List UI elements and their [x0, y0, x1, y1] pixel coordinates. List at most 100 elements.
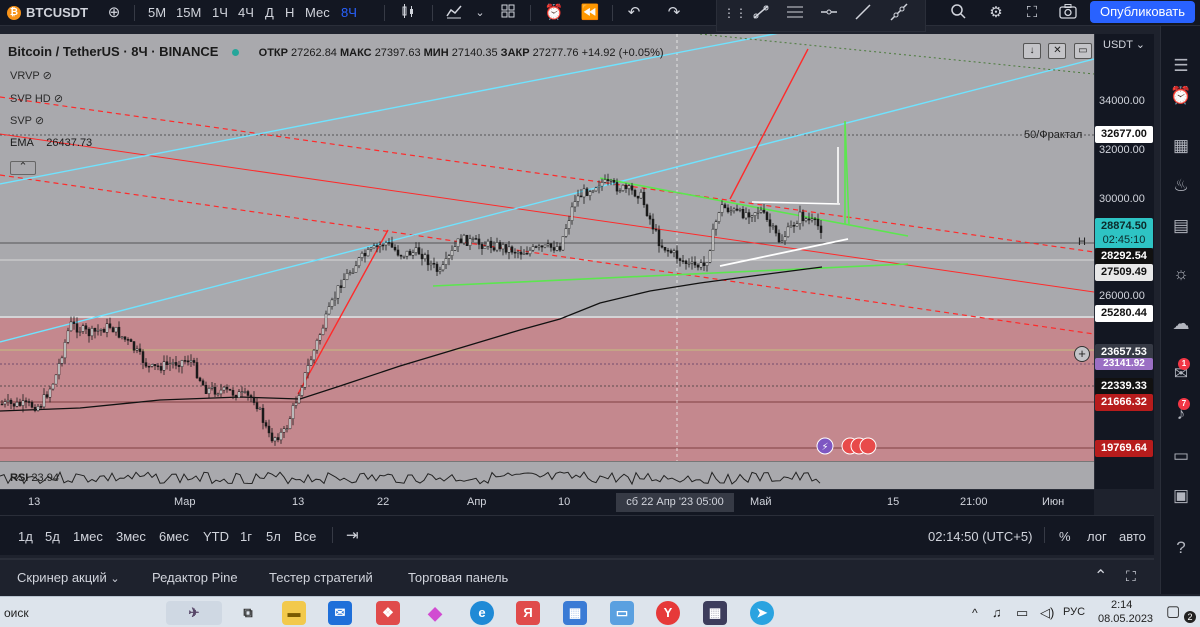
trend-line-icon[interactable] [751, 3, 771, 23]
indicator-svp[interactable]: SVP ⊘ [10, 114, 44, 127]
range-1y[interactable]: 1г [240, 529, 252, 544]
taskbar-cat-widget-icon[interactable]: ✈ [166, 601, 222, 625]
pane-restore-icon[interactable]: ▭ [1073, 43, 1092, 59]
replay-icon[interactable]: ⏪ [580, 3, 600, 23]
fullscreen-icon[interactable]: ⛶ [1022, 3, 1042, 23]
indicator-ema[interactable]: EMA 26437.73 [10, 137, 92, 149]
file-explorer-icon[interactable]: ▬ [282, 601, 306, 625]
candles-chart-type-icon[interactable] [398, 3, 418, 23]
store-icon[interactable]: ▦ [563, 601, 587, 625]
alerts-clock-icon[interactable]: ⏰ [1169, 84, 1193, 108]
ideas-bulb-icon[interactable]: ☼ [1169, 262, 1193, 286]
log-toggle[interactable]: лог [1087, 529, 1107, 544]
redo-icon[interactable]: ↷ [664, 3, 684, 23]
network-icon[interactable]: ▭ [1016, 605, 1028, 621]
pane-down-icon[interactable]: ↓ [1023, 43, 1041, 59]
hotlists-fire-icon[interactable]: ♨ [1169, 174, 1193, 198]
camera-icon[interactable] [1058, 3, 1078, 23]
clock-timezone[interactable]: 02:14:50 (UTC+5) [928, 529, 1032, 544]
interval-15m[interactable]: 15М [176, 0, 201, 26]
tab-strategy-tester[interactable]: Тестер стратегий [269, 570, 373, 585]
range-3m[interactable]: 3мес [116, 529, 146, 544]
price-badge-level-e: 22339.33 [1095, 378, 1153, 395]
taskbar-date[interactable]: 08.05.2023 [1098, 613, 1153, 625]
telegram-icon[interactable]: ➤ [750, 601, 774, 625]
search-icon[interactable] [948, 3, 968, 23]
interval-1h[interactable]: 1Ч [212, 0, 228, 26]
chat-bubble-icon[interactable]: ▭ [1169, 444, 1193, 468]
calendar-icon[interactable]: ▤ [1169, 214, 1193, 238]
notifications-bell-icon[interactable]: ♪ 7 [1169, 398, 1193, 426]
interval-day[interactable]: Д [265, 0, 274, 26]
range-6m[interactable]: 6мес [159, 529, 189, 544]
auto-toggle[interactable]: авто [1119, 529, 1146, 544]
chart-pane[interactable]: ⚡ 50/Фрактал H Bitcoin / TetherUS · 8Ч ·… [0, 34, 1094, 461]
alert-clock-icon[interactable]: ⏰ [544, 3, 564, 23]
tray-chevron-up-icon[interactable]: ^ [972, 606, 978, 620]
indicators-icon[interactable] [444, 3, 464, 23]
price-chart[interactable]: ⚡ 50/Фрактал H [0, 34, 1094, 461]
paint-drop-icon[interactable]: ◆ [423, 601, 447, 625]
chevron-down-icon[interactable]: ⌄ [470, 3, 490, 23]
price-scale[interactable]: USDT ⌄ 34000.00 32000.00 30000.00 26000.… [1094, 34, 1154, 489]
tab-trading-panel[interactable]: Торговая панель [408, 570, 508, 585]
fib-levels-icon[interactable] [785, 3, 805, 23]
tab-pine-editor[interactable]: Редактор Pine [152, 570, 238, 585]
collapse-legend-button[interactable]: ⌃ [10, 161, 36, 175]
task-view-icon[interactable]: ⧉ [236, 601, 260, 625]
data-window-icon[interactable]: ▦ [1169, 134, 1193, 158]
laptop-app-icon[interactable]: ▭ [610, 601, 634, 625]
range-1d[interactable]: 1д [18, 529, 33, 544]
pane-maximize-icon[interactable]: ✕ [1048, 43, 1067, 59]
gift-app-icon[interactable]: ❖ [376, 601, 400, 625]
tab-stock-screener[interactable]: Скринер акций ⌄ [17, 570, 120, 585]
taskbar-time[interactable]: 2:14 [1111, 599, 1132, 611]
tray-app-icon[interactable]: ♫ [992, 605, 1002, 620]
time-axis[interactable]: 13 Мар 13 22 Апр 10 Май 15 21:00 Июн сб … [0, 489, 1094, 515]
range-1m[interactable]: 1мес [73, 529, 103, 544]
interval-5m[interactable]: 5М [148, 0, 166, 26]
gear-icon[interactable]: ⚙ [986, 3, 1006, 23]
undo-icon[interactable]: ↶ [624, 3, 644, 23]
watchlist-icon[interactable]: ☰ [1169, 54, 1193, 78]
maximize-panel-icon[interactable]: ⛶ [1126, 568, 1136, 585]
notification-center-icon[interactable]: ▢ [1166, 602, 1180, 620]
indicator-svp-hd[interactable]: SVP HD ⊘ [10, 92, 63, 105]
calculator-icon[interactable]: ▦ [703, 601, 727, 625]
publish-button[interactable]: Опубликовать [1090, 1, 1195, 23]
indicator-vrvp[interactable]: VRVP ⊘ [10, 69, 52, 82]
chats-icon[interactable]: ✉ 1 [1169, 358, 1193, 386]
streams-cloud-icon[interactable]: ☁ [1169, 312, 1193, 336]
goto-date-icon[interactable]: ⇥ [346, 526, 359, 544]
chevron-up-icon[interactable]: ⌃ [1094, 566, 1107, 586]
interval-week[interactable]: Н [285, 0, 294, 26]
volume-icon[interactable]: ◁) [1040, 605, 1054, 621]
add-level-plus-icon[interactable]: + [1074, 346, 1090, 362]
taskbar-search[interactable]: оиск [4, 606, 29, 620]
interval-8h-active[interactable]: 8Ч [341, 0, 357, 26]
help-icon[interactable]: ? [1169, 536, 1193, 560]
percent-toggle[interactable]: % [1059, 529, 1071, 544]
extended-line-icon[interactable] [889, 3, 909, 23]
drag-handle-icon[interactable]: ⋮⋮ [723, 3, 747, 23]
candle-body [525, 253, 529, 255]
currency-selector[interactable]: USDT ⌄ [1103, 38, 1145, 51]
interval-4h[interactable]: 4Ч [238, 0, 254, 26]
rsi-pane[interactable]: RSI 23.94 [0, 461, 1094, 489]
symbol-search-button[interactable]: ₿ BTCUSDT [4, 3, 94, 23]
yandex-market-icon[interactable]: Я [516, 601, 540, 625]
range-all[interactable]: Все [294, 529, 316, 544]
order-panel-icon[interactable]: ▣ [1169, 484, 1193, 508]
layout-grid-icon[interactable] [498, 3, 518, 23]
horizontal-ray-icon[interactable] [819, 3, 839, 23]
mail-icon[interactable]: ✉ [328, 601, 352, 625]
range-5d[interactable]: 5д [45, 529, 60, 544]
interval-month[interactable]: Мес [305, 0, 330, 26]
ray-line-icon[interactable] [853, 3, 873, 23]
edge-browser-icon[interactable]: e [470, 601, 494, 625]
yandex-browser-icon[interactable]: Y [656, 601, 680, 625]
range-ytd[interactable]: YTD [203, 529, 229, 544]
language-indicator[interactable]: РУС [1063, 606, 1085, 618]
range-5y[interactable]: 5л [266, 529, 281, 544]
add-symbol-icon[interactable]: ⊕ [104, 3, 124, 23]
